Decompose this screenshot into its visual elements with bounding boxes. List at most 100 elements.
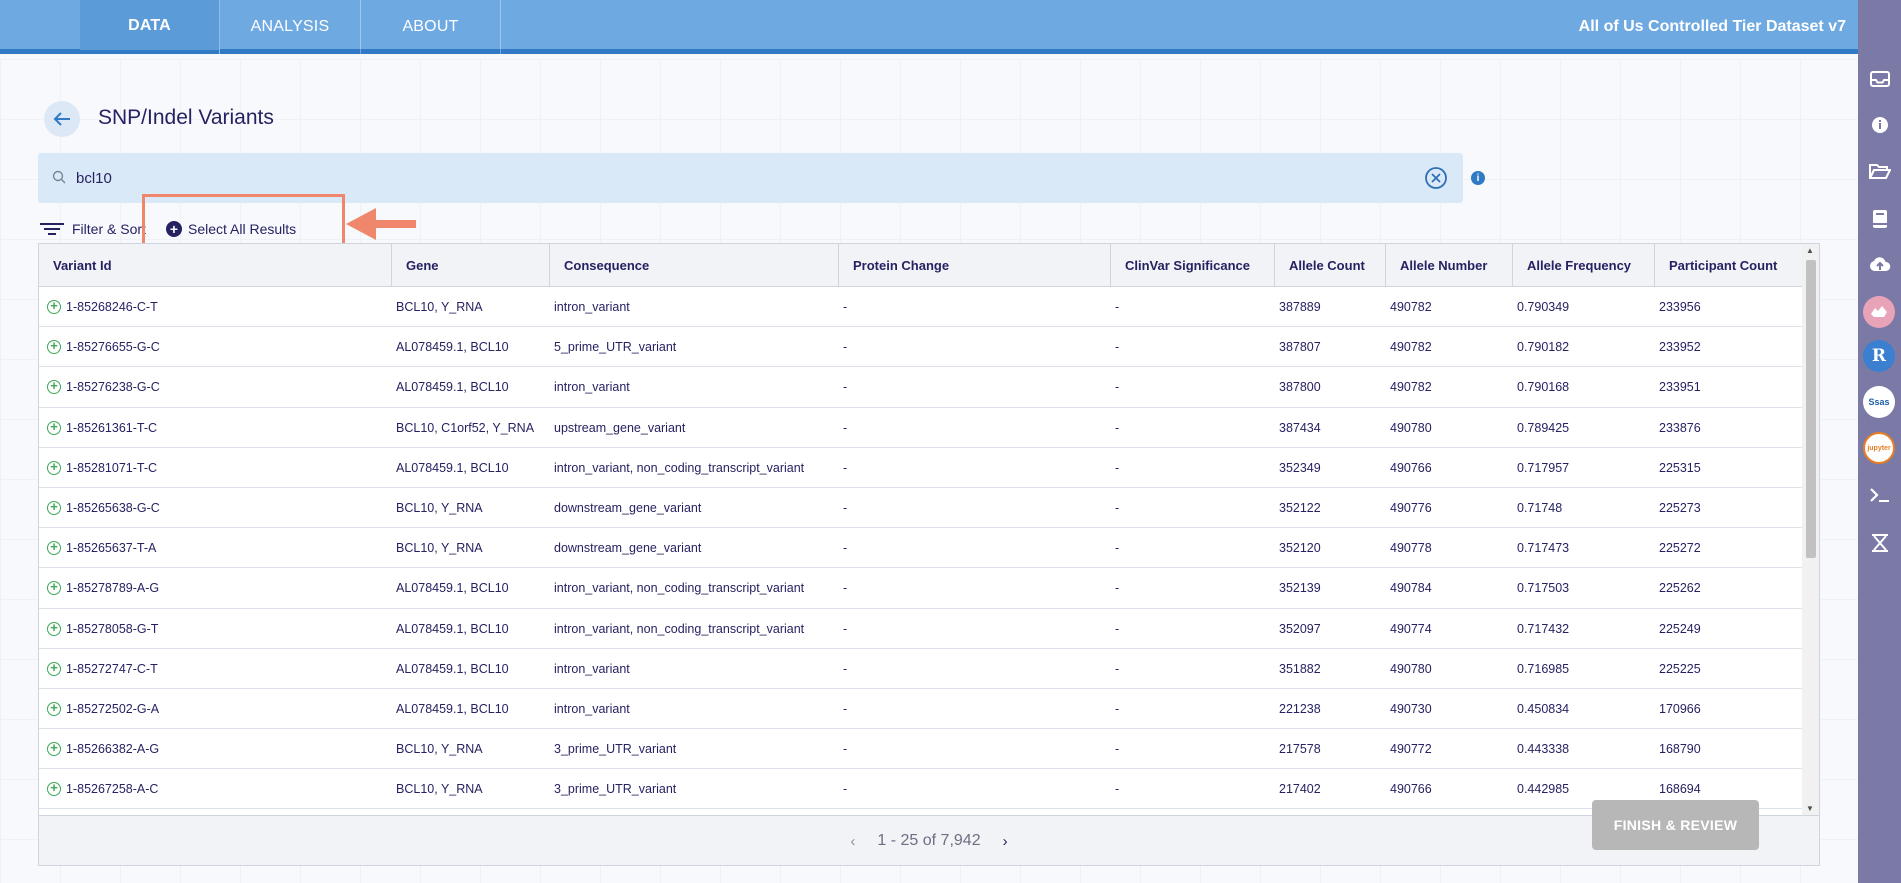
back-button[interactable]	[44, 101, 80, 137]
tab-about[interactable]: ABOUT	[361, 0, 501, 54]
tab-analysis[interactable]: ANALYSIS	[220, 0, 361, 54]
info-icon[interactable]	[1865, 110, 1895, 140]
consequence-cell-text: intron_variant	[554, 661, 630, 676]
book-icon[interactable]	[1865, 204, 1895, 234]
add-variant-icon[interactable]: +	[47, 621, 61, 636]
add-variant-icon[interactable]: +	[47, 299, 61, 314]
allele-count-cell: 217578	[1275, 729, 1321, 769]
participant-count-cell-text: 225273	[1659, 500, 1701, 515]
allele-count-cell-text: 387434	[1279, 420, 1321, 435]
search-input[interactable]	[76, 165, 1376, 191]
cloud-upload-icon[interactable]	[1865, 250, 1895, 280]
table-row: +1-85272502-G-A AL078459.1, BCL10 intron_v…	[39, 689, 1803, 730]
participant-count-cell: 233956	[1655, 287, 1701, 327]
allele-frequency-cell: 0.717957	[1513, 448, 1569, 488]
add-variant-icon[interactable]: +	[47, 379, 61, 395]
clear-search-icon[interactable]	[1424, 166, 1448, 190]
protein-change-cell: -	[839, 367, 847, 407]
allele-frequency-cell: 0.71748	[1513, 488, 1562, 528]
variant-id-cell: +1-85278789-A-G	[39, 568, 159, 608]
sas-icon[interactable]: Ssas	[1863, 386, 1895, 418]
add-variant-icon[interactable]: +	[47, 661, 61, 676]
protein-change-cell: -	[839, 408, 847, 448]
protein-change-cell-text: -	[843, 500, 848, 515]
variant-id-cell-text: 1-85272502-G-A	[66, 701, 160, 716]
column-header-allele-frequency[interactable]: Allele Frequency	[1513, 244, 1655, 286]
allele-frequency-cell-text: 0.71748	[1517, 500, 1563, 515]
column-header-allele-number[interactable]: Allele Number	[1386, 244, 1513, 286]
column-header-variant-id[interactable]: Variant Id	[39, 244, 392, 286]
allele-number-cell: 490730	[1386, 689, 1432, 729]
folder-open-icon[interactable]	[1865, 156, 1895, 186]
clinvar-cell: -	[1111, 408, 1119, 448]
table-scrollbar[interactable]: ▲ ▼	[1802, 244, 1819, 815]
tab-data[interactable]: DATA	[80, 0, 220, 54]
column-header-protein-change[interactable]: Protein Change	[839, 244, 1111, 286]
clinvar-cell: -	[1111, 729, 1119, 769]
clinvar-cell-text: -	[1115, 500, 1120, 515]
add-variant-icon[interactable]: +	[47, 580, 61, 596]
add-variant-icon[interactable]: +	[47, 460, 61, 475]
consequence-cell-text: downstream_gene_variant	[554, 541, 702, 556]
gene-cell-text: BCL10, Y_RNA	[396, 742, 483, 757]
table-row: +1-85278789-A-G AL078459.1, BCL10 intron_v…	[39, 568, 1803, 609]
scroll-up-icon[interactable]: ▲	[1806, 246, 1814, 255]
allele-count-cell-text: 352122	[1279, 500, 1321, 515]
gene-cell: AL078459.1, BCL10	[392, 448, 509, 488]
allele-count-cell: 352139	[1275, 568, 1321, 608]
allele-number-cell: 490774	[1386, 609, 1432, 649]
allele-frequency-cell-text: 0.717503	[1517, 581, 1570, 596]
allele-frequency-cell-text: 0.450834	[1517, 701, 1570, 716]
participant-count-cell-text: 233952	[1659, 340, 1701, 355]
terminal-icon[interactable]	[1865, 480, 1895, 510]
jupyter-icon[interactable]: jupyter	[1863, 432, 1895, 464]
clinvar-cell: -	[1111, 689, 1119, 729]
prev-page-icon[interactable]: ‹	[850, 833, 855, 850]
protein-change-cell: -	[839, 649, 847, 689]
scrollbar-thumb[interactable]	[1806, 260, 1816, 558]
allele-frequency-cell-text: 0.790168	[1517, 380, 1570, 395]
add-variant-icon[interactable]: +	[47, 420, 61, 435]
clinvar-cell-text: -	[1115, 541, 1120, 556]
protein-change-cell: -	[839, 287, 847, 327]
participant-count-cell-text: 225262	[1659, 581, 1701, 596]
column-header-gene[interactable]: Gene	[392, 244, 550, 286]
add-variant-icon[interactable]: +	[47, 540, 61, 556]
allele-count-cell: 352349	[1275, 448, 1321, 488]
consequence-cell-text: upstream_gene_variant	[554, 420, 686, 435]
finish-review-button[interactable]: FINISH & REVIEW	[1592, 800, 1759, 850]
protein-change-cell: -	[839, 729, 847, 769]
table-row: +1-85272747-C-T AL078459.1, BCL10 intron_v…	[39, 649, 1803, 689]
consequence-cell-text: 5_prime_UTR_variant	[554, 340, 677, 355]
column-header-participant-count[interactable]: Participant Count	[1655, 244, 1803, 286]
participant-count-cell: 225225	[1655, 649, 1701, 689]
gene-cell: AL078459.1, BCL10	[392, 327, 509, 367]
add-variant-icon[interactable]: +	[47, 701, 61, 716]
column-header-clinvar[interactable]: ClinVar Significance	[1111, 244, 1275, 286]
column-header-allele-count[interactable]: Allele Count	[1275, 244, 1386, 286]
allele-number-cell: 490782	[1386, 327, 1432, 367]
participant-count-cell: 168790	[1655, 729, 1701, 769]
gene-cell-text: AL078459.1, BCL10	[396, 581, 509, 596]
consequence-cell: intron_variant, non_coding_transcript_va…	[550, 568, 804, 608]
table-row: +1-85268246-C-T BCL10, Y_RNA intron_varian…	[39, 287, 1803, 328]
gene-cell: AL078459.1, BCL10	[392, 649, 509, 689]
filter-sort-button[interactable]: Filter & Sort	[40, 219, 146, 239]
participant-count-cell: 233952	[1655, 327, 1701, 367]
participant-count-cell-text: 168694	[1659, 782, 1701, 797]
allele-frequency-cell: 0.442985	[1513, 769, 1569, 809]
scroll-down-icon[interactable]: ▼	[1806, 804, 1814, 813]
allele-number-cell: 490766	[1386, 448, 1432, 488]
add-variant-icon[interactable]: +	[47, 339, 61, 355]
r-icon[interactable]: R	[1863, 340, 1895, 372]
hourglass-icon[interactable]	[1865, 528, 1895, 558]
next-page-icon[interactable]: ›	[1003, 833, 1008, 850]
add-variant-icon[interactable]: +	[47, 781, 61, 797]
allele-number-cell: 490784	[1386, 568, 1432, 608]
search-info-icon[interactable]: i	[1471, 171, 1485, 185]
add-variant-icon[interactable]: +	[47, 741, 61, 757]
add-variant-icon[interactable]: +	[47, 500, 61, 515]
rstudio-icon[interactable]	[1863, 296, 1895, 328]
column-header-consequence[interactable]: Consequence	[550, 244, 839, 286]
inbox-icon[interactable]	[1865, 64, 1895, 94]
